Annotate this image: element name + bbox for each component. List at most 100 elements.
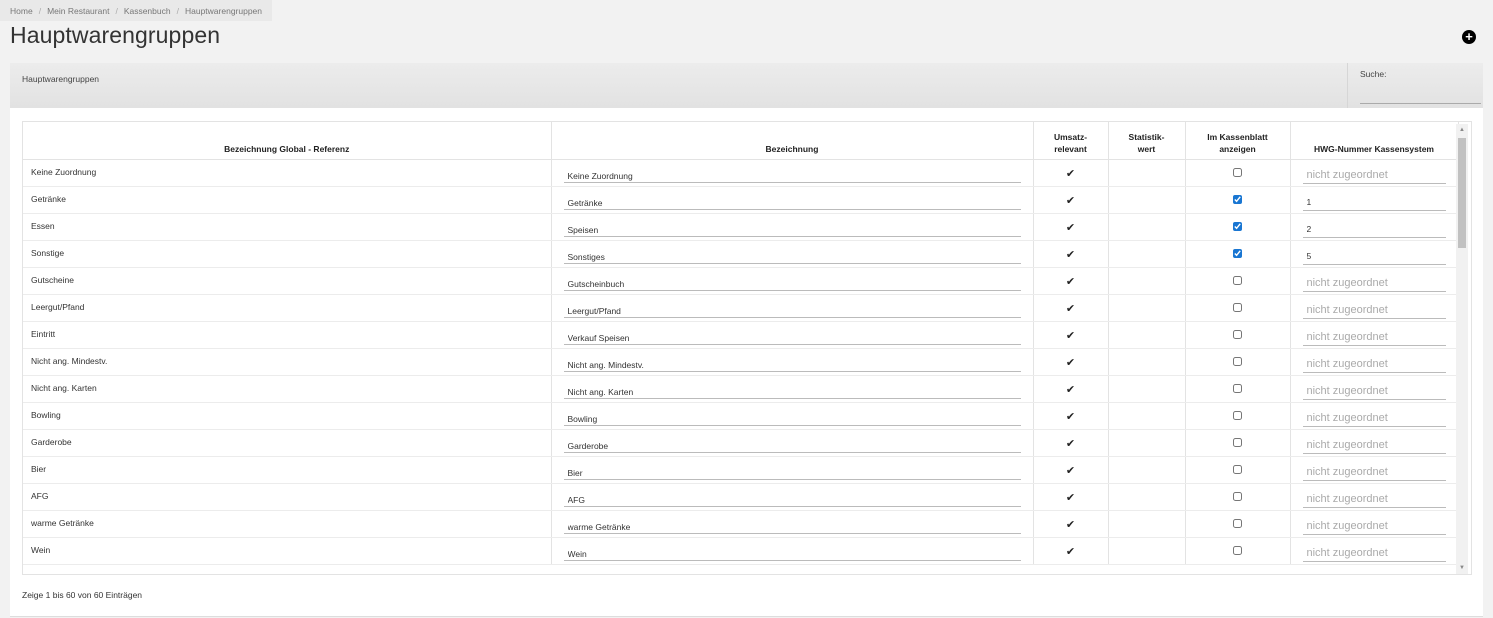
- cell-umsatz: ✔: [1033, 321, 1109, 349]
- cell-kassenblatt: [1185, 294, 1291, 322]
- hwg-number-input[interactable]: [1302, 486, 1446, 508]
- scrollbar-thumb[interactable]: [1458, 138, 1466, 248]
- hwg-number-input[interactable]: [1302, 216, 1446, 238]
- kassenblatt-checkbox[interactable]: [1233, 410, 1242, 420]
- cell-statistik: [1108, 159, 1186, 187]
- cell-umsatz: ✔: [1033, 267, 1109, 295]
- hwg-number-input[interactable]: [1302, 297, 1446, 319]
- col-header-statistik[interactable]: Statistik-wert: [1108, 122, 1186, 160]
- bezeichnung-input[interactable]: [563, 244, 1021, 264]
- kassenblatt-checkbox[interactable]: [1233, 545, 1242, 555]
- kassenblatt-checkbox[interactable]: [1233, 356, 1242, 366]
- kassenblatt-checkbox[interactable]: [1233, 329, 1242, 339]
- bezeichnung-input[interactable]: [563, 325, 1021, 345]
- bezeichnung-input[interactable]: [563, 163, 1021, 183]
- hwg-number-input[interactable]: [1302, 324, 1446, 346]
- col-header-ref[interactable]: Bezeichnung Global - Referenz: [23, 122, 552, 160]
- col-header-hwg[interactable]: HWG-Nummer Kassensystem: [1290, 122, 1459, 160]
- hwg-number-input[interactable]: [1302, 162, 1446, 184]
- cell-hwg: [1290, 429, 1459, 457]
- table-info: Zeige 1 bis 60 von 60 Einträgen: [22, 590, 143, 600]
- hwg-number-input[interactable]: [1302, 432, 1446, 454]
- bezeichnung-input[interactable]: [563, 433, 1021, 453]
- ref-label: AFG: [31, 491, 49, 501]
- cell-hwg: [1290, 456, 1459, 484]
- kassenblatt-checkbox[interactable]: [1233, 302, 1242, 312]
- kassenblatt-checkbox[interactable]: [1233, 275, 1242, 285]
- hwg-number-input[interactable]: [1302, 405, 1446, 427]
- hwg-number-input[interactable]: [1302, 351, 1446, 373]
- cell-statistik: [1108, 213, 1186, 241]
- kassenblatt-checkbox[interactable]: [1233, 383, 1242, 393]
- arrow-up-icon[interactable]: ▲: [1456, 124, 1468, 136]
- cell-bez: [551, 402, 1034, 430]
- hwg-number-input[interactable]: [1302, 189, 1446, 211]
- bezeichnung-input[interactable]: [563, 460, 1021, 480]
- check-icon: ✔: [1065, 545, 1076, 558]
- ref-label: Bier: [31, 464, 47, 474]
- cell-hwg: [1290, 510, 1459, 538]
- bezeichnung-input[interactable]: [563, 298, 1021, 318]
- table-scrollbar[interactable]: ▲ ▼: [1456, 124, 1468, 574]
- check-icon: ✔: [1065, 410, 1076, 423]
- breadcrumb-kassenbuch[interactable]: Kassenbuch: [124, 6, 171, 16]
- kassenblatt-checkbox[interactable]: [1233, 518, 1242, 528]
- bezeichnung-input[interactable]: [563, 379, 1021, 399]
- col-header-kassenblatt[interactable]: Im Kassenblatt anzeigen: [1185, 122, 1291, 160]
- arrow-down-icon[interactable]: ▼: [1456, 562, 1468, 574]
- bezeichnung-input[interactable]: [563, 541, 1021, 561]
- kassenblatt-checkbox[interactable]: [1233, 194, 1242, 204]
- kassenblatt-checkbox[interactable]: [1233, 221, 1242, 231]
- table-row: Essen ✔: [23, 213, 1459, 241]
- cell-kassenblatt: [1185, 429, 1291, 457]
- panel-header: Hauptwarengruppen Suche:: [10, 63, 1483, 108]
- table-row: Leergut/Pfand ✔: [23, 294, 1459, 322]
- kassenblatt-checkbox[interactable]: [1233, 437, 1242, 447]
- cell-hwg: [1290, 240, 1459, 268]
- ref-label: Wein: [31, 545, 51, 555]
- cell-bez: [551, 267, 1034, 295]
- ref-label: Sonstige: [31, 248, 65, 258]
- cell-umsatz: ✔: [1033, 213, 1109, 241]
- ref-label: warme Getränke: [31, 518, 94, 528]
- col-header-bez[interactable]: Bezeichnung: [551, 122, 1034, 160]
- ref-label: Keine Zuordnung: [31, 167, 97, 177]
- table-row: Bowling ✔: [23, 402, 1459, 430]
- cell-hwg: [1290, 186, 1459, 214]
- bezeichnung-input[interactable]: [563, 514, 1021, 534]
- search-area: Suche:: [1347, 63, 1483, 108]
- bezeichnung-input[interactable]: [563, 190, 1021, 210]
- hwg-number-input[interactable]: [1302, 513, 1446, 535]
- hwg-number-input[interactable]: [1302, 243, 1446, 265]
- kassenblatt-checkbox[interactable]: [1233, 464, 1242, 474]
- kassenblatt-checkbox[interactable]: [1233, 248, 1242, 258]
- search-input[interactable]: [1360, 83, 1481, 104]
- cell-statistik: [1108, 456, 1186, 484]
- plus-circle-icon[interactable]: +: [1462, 30, 1476, 44]
- col-header-umsatz[interactable]: Umsatz-relevant: [1033, 122, 1109, 160]
- hwg-number-input[interactable]: [1302, 459, 1446, 481]
- cell-statistik: [1108, 348, 1186, 376]
- hwg-number-input[interactable]: [1302, 540, 1446, 562]
- cell-ref: Garderobe: [23, 429, 552, 457]
- bezeichnung-input[interactable]: [563, 352, 1021, 372]
- cell-kassenblatt: [1185, 267, 1291, 295]
- hwg-number-input[interactable]: [1302, 378, 1446, 400]
- cell-ref: Nicht ang. Karten: [23, 375, 552, 403]
- ref-label: Nicht ang. Karten: [31, 383, 97, 393]
- bezeichnung-input[interactable]: [563, 271, 1021, 291]
- breadcrumb-separator: /: [38, 5, 42, 16]
- cell-bez: [551, 375, 1034, 403]
- cell-bez: [551, 159, 1034, 187]
- page-title: Hauptwarengruppen: [10, 22, 221, 48]
- kassenblatt-checkbox[interactable]: [1233, 167, 1242, 177]
- bezeichnung-input[interactable]: [563, 406, 1021, 426]
- kassenblatt-checkbox[interactable]: [1233, 491, 1242, 501]
- breadcrumb-restaurant[interactable]: Mein Restaurant: [47, 6, 109, 16]
- cell-ref: warme Getränke: [23, 510, 552, 538]
- check-icon: ✔: [1065, 491, 1076, 504]
- hwg-number-input[interactable]: [1302, 270, 1446, 292]
- bezeichnung-input[interactable]: [563, 487, 1021, 507]
- breadcrumb-home[interactable]: Home: [10, 6, 33, 16]
- bezeichnung-input[interactable]: [563, 217, 1021, 237]
